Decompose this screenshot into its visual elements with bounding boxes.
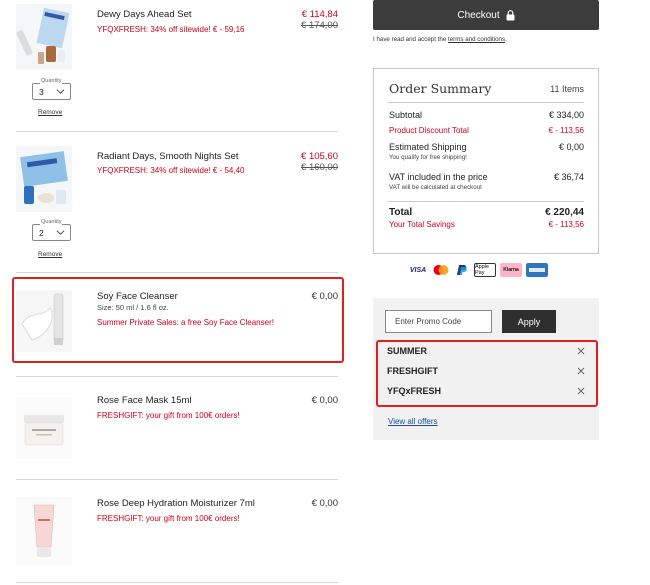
divider [16, 131, 338, 132]
divider [16, 376, 338, 377]
quantity-select[interactable]: Quantity 2 [32, 219, 71, 241]
view-all-offers-link[interactable]: View all offers [388, 417, 438, 426]
remove-link[interactable]: Remove [38, 251, 62, 258]
quantity-label: Quantity [40, 219, 63, 225]
total-value: € 220,44 [545, 207, 584, 218]
lock-icon [506, 9, 515, 20]
shipping-note: You qualify for free shipping! [389, 154, 467, 161]
discount-value: € - 113,56 [548, 126, 584, 135]
price-original: € 174,00 [301, 20, 338, 31]
item-count: 11 Items [550, 84, 584, 94]
product-image [16, 397, 72, 459]
product-name[interactable]: Rose Deep Hydration Moisturizer 7ml [97, 498, 255, 509]
product-name[interactable]: Radiant Days, Smooth Nights Set [97, 151, 239, 162]
subtotal-value: € 334,00 [548, 110, 584, 120]
highlight-applied-codes [376, 340, 598, 407]
product-name[interactable]: Dewy Days Ahead Set [97, 9, 192, 20]
discount-label: Product Discount Total [389, 126, 469, 135]
highlight-free-gift [12, 277, 344, 363]
promo-line: FRESHGIFT: your gift from 100€ orders! [97, 514, 240, 523]
shipping-label: Estimated Shipping [389, 142, 467, 152]
remove-link[interactable]: Remove [38, 109, 62, 116]
subtotal-label: Subtotal [389, 110, 423, 120]
quantity-value: 3 [39, 87, 44, 97]
vat-value: € 36,74 [553, 172, 584, 182]
terms-link[interactable]: terms and conditions [448, 36, 505, 43]
price-discounted: € 105,60 [301, 151, 338, 162]
price-original: € 160,00 [301, 162, 338, 173]
shipping-value: € 0,00 [558, 142, 584, 152]
product-image [16, 146, 72, 212]
vat-label: VAT included in the price [389, 172, 488, 182]
divider [16, 479, 338, 480]
savings-value: € - 113,56 [548, 220, 584, 229]
paypal-icon [457, 265, 467, 275]
amex-icon [526, 263, 548, 277]
promo-line: YFQXFRESH: 34% off sitewide! € - 54,40 [97, 166, 245, 175]
product-image [16, 497, 72, 565]
total-label: Total [389, 207, 413, 218]
price-discounted: € 114,84 [301, 9, 338, 20]
savings-label: Your Total Savings [389, 220, 455, 229]
mastercard-icon [433, 265, 449, 275]
vat-note: VAT will be calculated at checkout [389, 184, 482, 191]
promo-line: FRESHGIFT: your gift from 100€ orders! [97, 411, 240, 420]
terms-prefix: I have read and accept the [373, 36, 448, 43]
price: € 0,00 [311, 395, 338, 406]
divider [16, 582, 338, 583]
divider [388, 201, 584, 202]
summary-title: Order Summary [389, 81, 492, 96]
quantity-select[interactable]: Quantity 3 [32, 78, 71, 100]
product-image [16, 4, 72, 70]
quantity-label: Quantity [40, 78, 63, 84]
checkout-button[interactable]: Checkout [373, 0, 599, 30]
visa-icon: VISA [409, 266, 427, 274]
divider [16, 272, 338, 273]
apple-pay-icon: Apple Pay [474, 263, 496, 277]
price: € 0,00 [311, 498, 338, 509]
terms-suffix: . [505, 36, 507, 43]
checkout-label: Checkout [457, 9, 500, 21]
chevron-down-icon [56, 230, 65, 235]
chevron-down-icon [56, 89, 65, 94]
klarna-icon: Klarna [500, 263, 522, 277]
promo-code-input[interactable]: Enter Promo Code [385, 310, 492, 333]
promo-line: YFQXFRESH: 34% off sitewide! € - 59,16 [97, 25, 245, 34]
divider [388, 102, 584, 103]
apply-button[interactable]: Apply [502, 310, 556, 333]
quantity-value: 2 [39, 228, 44, 238]
order-summary: Order Summary 11 Items Subtotal € 334,00… [373, 68, 599, 254]
terms-consent: I have read and accept the terms and con… [373, 36, 507, 43]
product-name[interactable]: Rose Face Mask 15ml [97, 395, 192, 406]
payment-methods: VISA Apple Pay Klarna [408, 263, 548, 277]
